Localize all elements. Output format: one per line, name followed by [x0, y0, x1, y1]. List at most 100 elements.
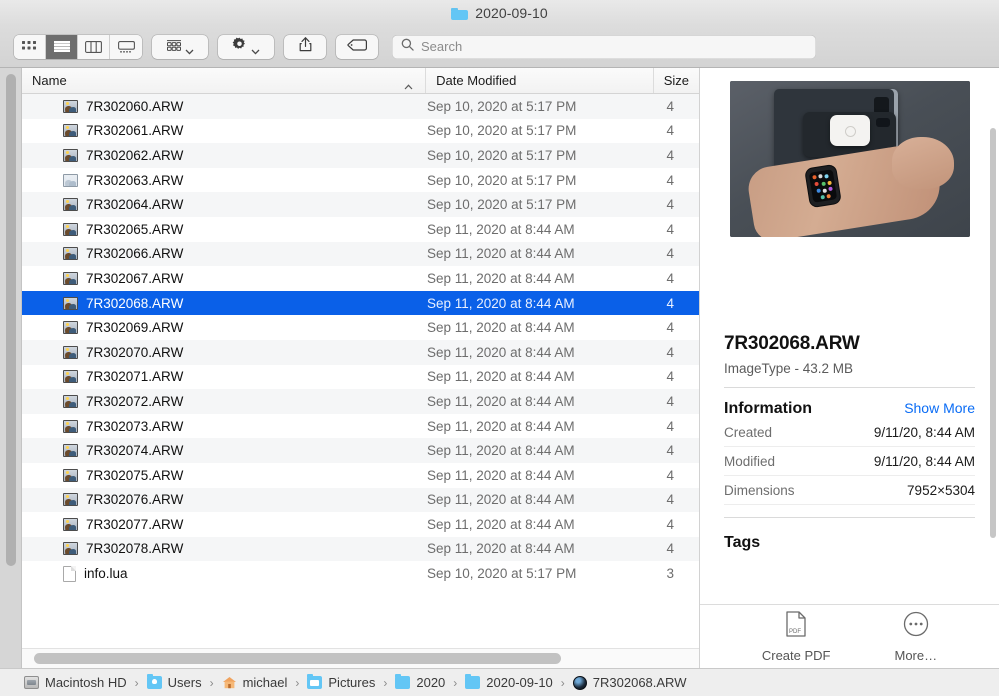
table-row[interactable]: 7R302062.ARW Sep 10, 2020 at 5:17 PM 4 — [22, 143, 699, 168]
table-row[interactable]: info.lua Sep 10, 2020 at 5:17 PM 3 — [22, 561, 699, 586]
list-view-button[interactable] — [46, 34, 78, 59]
table-row[interactable]: 7R302078.ARW Sep 11, 2020 at 8:44 AM 4 — [22, 536, 699, 562]
column-view-button[interactable] — [78, 34, 110, 59]
breadcrumb-item[interactable]: 7R302068.ARW — [572, 675, 687, 690]
cell-name: 7R302061.ARW — [22, 123, 427, 138]
group-items-button[interactable] — [152, 34, 208, 59]
info-value: 9/11/20, 8:44 AM — [873, 454, 975, 469]
table-row[interactable]: 7R302073.ARW Sep 11, 2020 at 8:44 AM 4 — [22, 413, 699, 439]
gallery-view-button[interactable] — [110, 34, 142, 59]
breadcrumb-item[interactable]: michael — [222, 675, 287, 690]
breadcrumb-item[interactable]: Macintosh HD — [24, 675, 127, 690]
cell-size: 4 — [666, 123, 674, 139]
cell-date-modified: Sep 11, 2020 at 8:44 AM — [427, 541, 575, 557]
breadcrumb-label: Macintosh HD — [45, 675, 127, 690]
breadcrumb-label: 2020-09-10 — [486, 675, 553, 690]
cell-name: 7R302070.ARW — [22, 345, 427, 360]
breadcrumb-item[interactable]: 2020-09-10 — [465, 674, 553, 690]
column-header-name[interactable]: Name — [22, 68, 427, 93]
icon-view-button[interactable] — [14, 34, 46, 59]
breadcrumb-separator: › — [383, 675, 388, 690]
action-menu-button[interactable] — [218, 34, 274, 59]
table-row[interactable]: 7R302065.ARW Sep 11, 2020 at 8:44 AM 4 — [22, 216, 699, 242]
breadcrumb-separator: › — [134, 675, 139, 690]
table-row[interactable]: 7R302066.ARW Sep 11, 2020 at 8:44 AM 4 — [22, 241, 699, 267]
cell-name: 7R302060.ARW — [22, 99, 427, 114]
column-header-date-modified[interactable]: Date Modified — [426, 68, 654, 93]
cell-date-modified: Sep 10, 2020 at 5:17 PM — [427, 147, 577, 163]
cell-name: 7R302071.ARW — [22, 369, 427, 384]
table-row[interactable]: 7R302064.ARW Sep 10, 2020 at 5:17 PM 4 — [22, 192, 699, 217]
breadcrumb-separator: › — [209, 675, 214, 690]
column-header-size-label: Size — [663, 73, 689, 88]
table-row[interactable]: 7R302071.ARW Sep 11, 2020 at 8:44 AM 4 — [22, 364, 699, 390]
table-row[interactable]: 7R302076.ARW Sep 11, 2020 at 8:44 AM 4 — [22, 487, 699, 513]
column-header-date-label: Date Modified — [436, 73, 517, 88]
photo-icon — [63, 394, 78, 408]
file-name-label: 7R302061.ARW — [86, 123, 184, 139]
tag-button[interactable] — [336, 34, 378, 59]
cell-size: 4 — [666, 295, 674, 311]
info-row: Created 9/11/20, 8:44 AM — [724, 418, 975, 447]
create-pdf-label: Create PDF — [761, 647, 831, 663]
folder-icon — [465, 674, 481, 689]
cell-name: 7R302064.ARW — [22, 197, 427, 212]
search-input[interactable]: Search — [421, 39, 462, 54]
document-icon — [63, 565, 76, 582]
chevron-down-icon — [251, 42, 260, 55]
file-name-label: 7R302069.ARW — [86, 320, 184, 336]
preview-vertical-scrollbar[interactable] — [990, 128, 996, 538]
info-label: Dimensions — [724, 483, 795, 498]
sidebar-vertical-scrollbar[interactable] — [6, 74, 16, 566]
cell-date-modified: Sep 11, 2020 at 8:44 AM — [427, 221, 575, 237]
photo-icon — [63, 468, 78, 482]
cell-date-modified: Sep 11, 2020 at 8:44 AM — [427, 393, 575, 409]
info-row: Dimensions 7952×5304 — [724, 476, 975, 505]
photo-icon — [63, 148, 78, 162]
table-row[interactable]: 7R302072.ARW Sep 11, 2020 at 8:44 AM 4 — [22, 389, 699, 414]
show-more-link[interactable]: Show More — [904, 400, 975, 416]
home-icon — [222, 676, 237, 689]
cell-date-modified: Sep 10, 2020 at 5:17 PM — [427, 98, 577, 114]
file-name-label: 7R302071.ARW — [86, 369, 184, 385]
table-row[interactable]: 7R302068.ARW Sep 11, 2020 at 8:44 AM 4 — [22, 290, 699, 316]
table-row[interactable]: 7R302063.ARW Sep 10, 2020 at 5:17 PM 4 — [22, 167, 699, 193]
info-label: Modified — [724, 454, 776, 469]
table-row[interactable]: 7R302061.ARW Sep 10, 2020 at 5:17 PM 4 — [22, 118, 699, 144]
table-row[interactable]: 7R302060.ARW Sep 10, 2020 at 5:17 PM 4 — [22, 94, 699, 119]
toolbar: Search — [0, 26, 999, 68]
cell-size: 4 — [666, 320, 674, 336]
breadcrumb-label: 7R302068.ARW — [592, 675, 687, 690]
table-row[interactable]: 7R302070.ARW Sep 11, 2020 at 8:44 AM 4 — [22, 339, 699, 365]
table-row[interactable]: 7R302075.ARW Sep 11, 2020 at 8:44 AM 4 — [22, 462, 699, 488]
view-mode-segmented-control[interactable] — [14, 34, 142, 59]
share-button[interactable] — [284, 34, 326, 59]
cell-date-modified: Sep 11, 2020 at 8:44 AM — [427, 246, 575, 262]
table-row[interactable]: 7R302074.ARW Sep 11, 2020 at 8:44 AM 4 — [22, 438, 699, 463]
pictures-folder-icon — [307, 674, 323, 689]
more-button[interactable]: More… — [895, 611, 937, 663]
breadcrumb-item[interactable]: Pictures — [307, 674, 376, 690]
photo-icon — [63, 444, 78, 458]
file-name-label: 7R302077.ARW — [86, 516, 184, 532]
horizontal-scrollbar-thumb[interactable] — [34, 653, 561, 664]
search-field[interactable]: Search — [392, 34, 816, 59]
table-row[interactable]: 7R302069.ARW Sep 11, 2020 at 8:44 AM 4 — [22, 315, 699, 340]
table-row[interactable]: 7R302077.ARW Sep 11, 2020 at 8:44 AM 4 — [22, 512, 699, 537]
preview-filename: 7R302068.ARW — [724, 333, 860, 354]
column-header-size[interactable]: Size — [654, 68, 699, 93]
table-row[interactable]: 7R302067.ARW Sep 11, 2020 at 8:44 AM 4 — [22, 266, 699, 291]
breadcrumb-item[interactable]: 2020 — [395, 674, 446, 690]
breadcrumb-label: 2020 — [416, 675, 446, 690]
breadcrumb-item[interactable]: Users — [146, 674, 202, 690]
photo-icon — [63, 198, 78, 212]
photo-icon — [63, 419, 78, 433]
breadcrumb-label: Pictures — [328, 675, 376, 690]
file-name-label: 7R302067.ARW — [86, 270, 184, 286]
breadcrumb-separator: › — [453, 675, 458, 690]
file-list-horizontal-scrollbar[interactable] — [22, 648, 699, 668]
photo-icon — [63, 296, 78, 310]
folder-icon — [395, 674, 411, 689]
photo-icon — [63, 222, 78, 236]
create-pdf-button[interactable]: PDF Create PDF — [761, 610, 831, 663]
